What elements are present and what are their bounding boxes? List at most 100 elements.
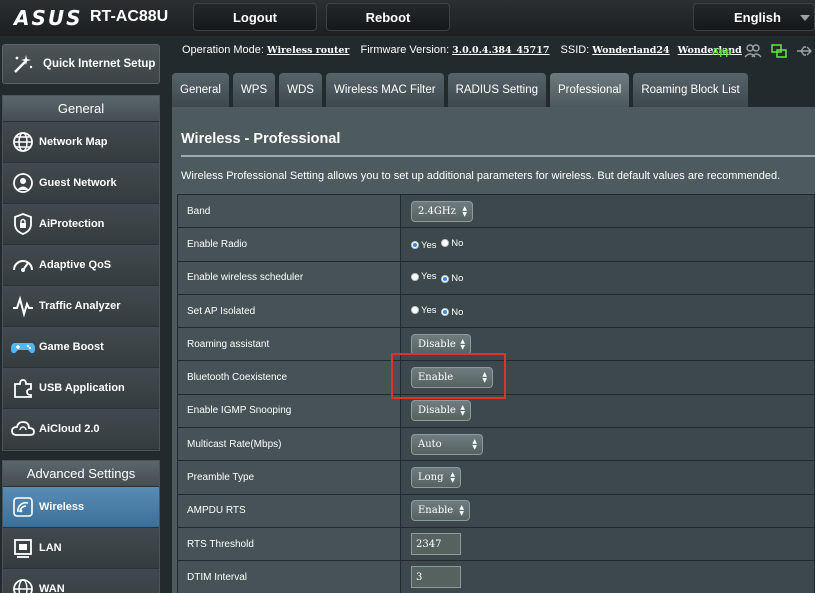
tab-wps[interactable]: WPS	[232, 73, 276, 107]
igmp-snooping-select[interactable]: Disable ▲ ▼	[411, 400, 471, 422]
setting-label: Enable wireless scheduler	[177, 260, 401, 295]
gamepad-icon	[9, 333, 37, 361]
select-arrows-icon: ▲ ▼	[450, 471, 455, 485]
firmware-label: Firmware Version:	[360, 44, 450, 56]
select-arrows-icon: ▲ ▼	[459, 504, 464, 518]
sidebar-item-aiprotection[interactable]: AiProtection	[3, 204, 159, 245]
setting-row-igmp-snooping: Enable IGMP Snooping Disable ▲ ▼	[177, 393, 815, 429]
ap-isolated-yes[interactable]: Yes	[411, 305, 437, 316]
band-select[interactable]: 2.4GHz ▲ ▼	[411, 200, 473, 222]
setting-label: RTS Threshold	[177, 526, 401, 562]
sidebar-item-usb-application[interactable]: USB Application	[3, 368, 159, 409]
language-label: English	[734, 9, 781, 25]
sidebar-item-adaptive-qos[interactable]: Adaptive QoS	[3, 245, 159, 286]
radio-no-label: No	[451, 237, 464, 249]
ap-isolated-no[interactable]: No	[441, 307, 463, 318]
setting-row-roaming-assistant: Roaming assistant Disable ▲ ▼	[177, 327, 815, 362]
rts-threshold-input[interactable]: 2347	[411, 533, 461, 556]
setting-row-ampdu-rts: AMPDU RTS Enable ▲ ▼	[177, 493, 815, 528]
roaming-assistant-select[interactable]: Disable ▲ ▼	[411, 333, 471, 355]
magic-wand-icon	[9, 50, 37, 78]
reboot-button[interactable]: Reboot	[326, 3, 450, 31]
setting-label: Roaming assistant	[177, 327, 401, 362]
tab-professional[interactable]: Professional	[550, 73, 630, 107]
sidebar-item-label: AiCloud 2.0	[39, 423, 100, 435]
quick-internet-setup-button[interactable]: Quick Internet Setup	[2, 44, 160, 84]
sidebar-item-label: Game Boost	[39, 341, 104, 353]
sidebar-advanced: Advanced Settings Wireless LAN WAN	[2, 460, 160, 593]
puzzle-icon	[9, 374, 37, 402]
ssid-link-5[interactable]: Wonderland	[678, 45, 742, 56]
setting-row-enable-radio: Enable Radio Yes No	[177, 227, 815, 262]
tab-roaming-block-list[interactable]: Roaming Block List	[633, 73, 748, 107]
sidebar-item-traffic-analyzer[interactable]: Traffic Analyzer	[3, 286, 159, 327]
enable-radio-no[interactable]: No	[441, 238, 463, 249]
ampdu-rts-select[interactable]: Enable ▲ ▼	[411, 500, 470, 522]
select-arrows-icon: ▲ ▼	[482, 371, 487, 385]
setting-label: Preamble Type	[177, 460, 401, 495]
preamble-type-select[interactable]: Long ▲ ▼	[411, 467, 461, 489]
network-status-icon[interactable]	[770, 43, 788, 59]
page-title: Wireless - Professional	[181, 131, 341, 147]
setting-label: Set AP Isolated	[177, 293, 401, 329]
radio-no-label: No	[451, 273, 464, 285]
setting-row-scheduler: Enable wireless scheduler Yes No	[177, 260, 815, 295]
sidebar-item-guest-network[interactable]: Guest Network	[3, 163, 159, 204]
setting-row-multicast-rate: Multicast Rate(Mbps) Auto ▲ ▼	[177, 427, 815, 462]
status-info-line: Operation Mode: Wireless router Firmware …	[182, 44, 750, 56]
band-select-value: 2.4GHz	[418, 205, 456, 217]
select-arrows-icon: ▲ ▼	[460, 404, 465, 418]
radio-yes-label: Yes	[421, 271, 437, 283]
logout-button[interactable]: Logout	[193, 3, 317, 31]
setting-label: Enable Radio	[177, 227, 401, 262]
sidebar-item-label: Wireless	[39, 501, 85, 513]
clients-icon[interactable]	[744, 43, 762, 59]
setting-label: Bluetooth Coexistence	[177, 360, 401, 395]
sidebar-item-aicloud[interactable]: AiCloud 2.0	[3, 409, 159, 450]
operation-mode-link[interactable]: Wireless router	[267, 45, 350, 56]
multicast-rate-select[interactable]: Auto ▲ ▼	[411, 433, 483, 455]
tab-general[interactable]: General	[172, 73, 229, 107]
setting-label: AMPDU RTS	[177, 493, 401, 528]
bluetooth-coexistence-select[interactable]: Enable ▲ ▼	[411, 367, 493, 389]
dtim-interval-input[interactable]: 3	[411, 566, 461, 589]
pulse-icon	[9, 292, 37, 320]
setting-row-dtim-interval: DTIM Interval 3	[177, 560, 815, 593]
setting-row-band: Band 2.4GHz ▲ ▼	[177, 193, 815, 229]
tab-radius-setting[interactable]: RADIUS Setting	[447, 73, 547, 107]
sidebar-item-label: Network Map	[39, 136, 108, 148]
preamble-select-value: Long	[418, 472, 444, 484]
setting-row-rts-threshold: RTS Threshold 2347	[177, 526, 815, 562]
enable-radio-yes[interactable]: Yes	[411, 240, 437, 251]
sidebar-item-wireless[interactable]: Wireless	[3, 487, 159, 528]
radio-yes-label: Yes	[421, 304, 437, 316]
content-panel: Wireless - Professional Wireless Profess…	[172, 107, 815, 593]
tab-wds[interactable]: WDS	[279, 73, 322, 107]
radio-selected-icon	[411, 241, 419, 250]
bluetooth-select-value: Enable	[418, 372, 454, 384]
app-link[interactable]: App	[712, 47, 731, 58]
scheduler-yes[interactable]: Yes	[411, 271, 437, 282]
scheduler-no[interactable]: No	[441, 273, 463, 284]
wan-globe-icon	[9, 575, 37, 593]
sidebar-item-network-map[interactable]: Network Map	[3, 122, 159, 163]
model-name: RT-AC88U	[90, 8, 169, 25]
ssid-label: SSID:	[560, 44, 590, 56]
usb-icon[interactable]	[795, 43, 813, 59]
sidebar-general-header: General	[3, 96, 159, 122]
quick-internet-setup-label: Quick Internet Setup	[43, 58, 156, 70]
sidebar-general: General Network Map Guest Network AiProt…	[2, 95, 160, 451]
ssid-link-24[interactable]: Wonderland24	[592, 45, 669, 56]
language-select[interactable]: English	[693, 3, 815, 31]
igmp-select-value: Disable	[418, 405, 456, 417]
firmware-link[interactable]: 3.0.0.4.384_45717	[452, 45, 549, 56]
asus-logo: ASUS	[14, 6, 83, 30]
sidebar-item-wan[interactable]: WAN	[3, 569, 159, 593]
sidebar-item-label: AiProtection	[39, 218, 105, 230]
select-arrows-icon: ▲ ▼	[460, 337, 465, 351]
tab-wireless-mac-filter[interactable]: Wireless MAC Filter	[325, 73, 444, 107]
sidebar-item-lan[interactable]: LAN	[3, 528, 159, 569]
setting-label: Band	[177, 193, 401, 229]
sidebar-item-game-boost[interactable]: Game Boost	[3, 327, 159, 368]
speedometer-icon	[9, 251, 37, 279]
